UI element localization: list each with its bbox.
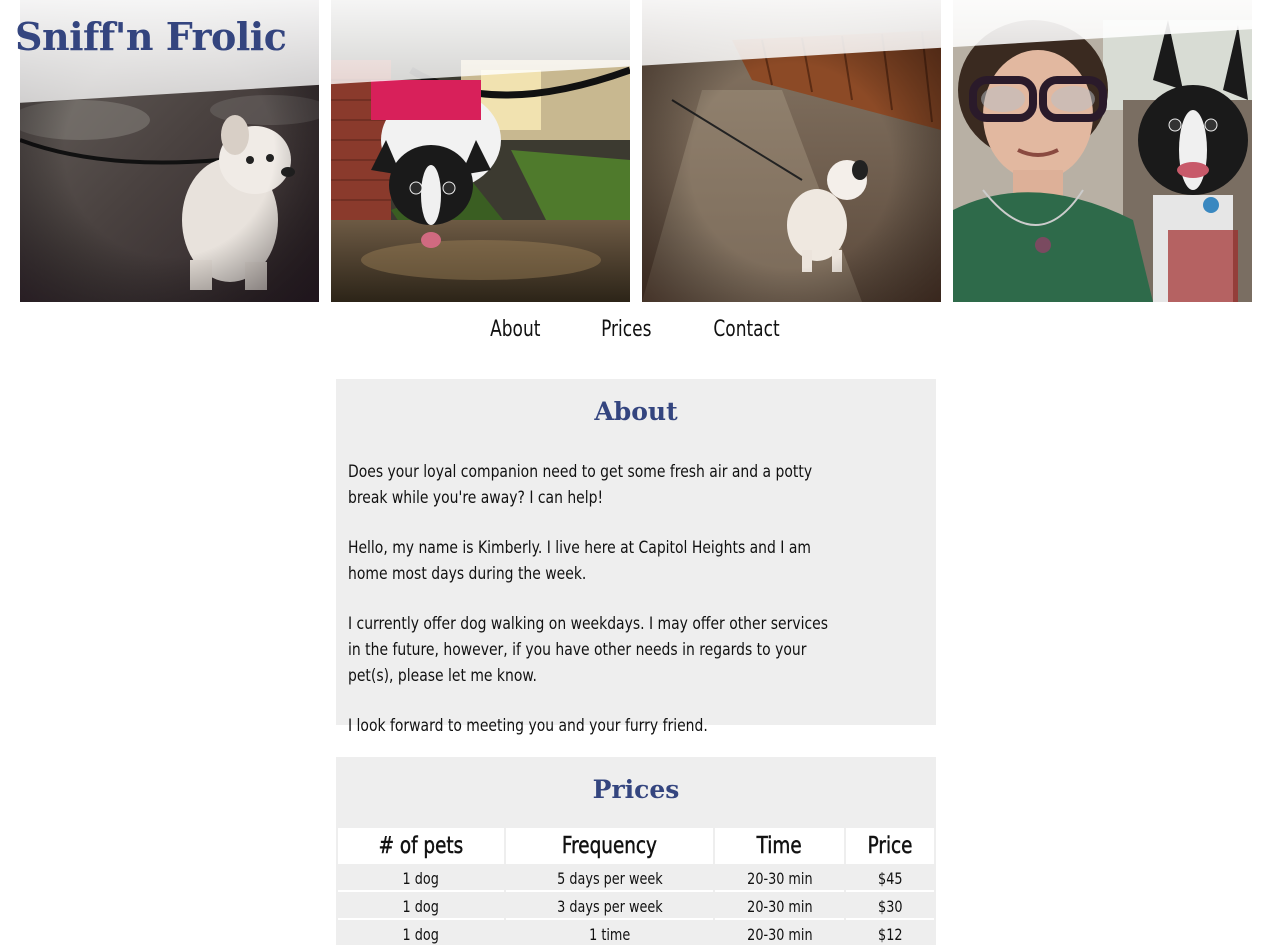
cell-pets: 1 dog <box>338 922 505 945</box>
about-section: About Does your loyal companion need to … <box>336 379 936 736</box>
about-paragraph: Does your loyal companion need to get so… <box>348 462 813 508</box>
price-row: 1 dog 5 days per week 20-30 min $45 <box>338 866 934 892</box>
nav-link-prices[interactable]: Prices <box>601 312 651 348</box>
column-header-pets: # of pets <box>338 828 505 864</box>
about-paragraph: I currently offer dog walking on weekday… <box>348 614 828 686</box>
about-heading: About <box>594 397 678 426</box>
about-text: Does your loyal companion need to get so… <box>348 459 840 763</box>
cell-price: $12 <box>845 922 934 945</box>
cell-price: $45 <box>845 866 934 892</box>
nav-link-about[interactable]: About <box>490 312 540 348</box>
header-photo-boston-puddle <box>331 0 630 302</box>
cell-frequency: 5 days per week <box>506 866 714 892</box>
header-photo-selfie <box>953 0 1252 302</box>
column-header-frequency: Frequency <box>506 828 714 864</box>
price-table-header-row: # of pets Frequency Time Price <box>338 828 934 864</box>
price-row: 1 dog 1 time 20-30 min $12 <box>338 922 934 945</box>
cell-frequency: 3 days per week <box>506 894 714 920</box>
prices-section: Prices # of pets Frequency Time Price 1 … <box>336 757 936 945</box>
cell-price: $30 <box>845 894 934 920</box>
cell-pets: 1 dog <box>338 894 505 920</box>
cell-pets: 1 dog <box>338 866 505 892</box>
about-paragraph: Hello, my name is Kimberly. I live here … <box>348 538 811 584</box>
price-table: # of pets Frequency Time Price 1 dog 5 d… <box>336 826 936 945</box>
cell-time: 20-30 min <box>715 866 844 892</box>
about-paragraph: I look forward to meeting you and your f… <box>348 716 708 736</box>
main-nav: About Prices Contact <box>0 312 1271 348</box>
header-photo-dog-walkway <box>642 0 941 302</box>
nav-link-contact[interactable]: Contact <box>713 312 779 348</box>
cell-frequency: 1 time <box>506 922 714 945</box>
price-row: 1 dog 3 days per week 20-30 min $30 <box>338 894 934 920</box>
site-title[interactable]: Sniff'n Frolic <box>15 16 287 58</box>
page: Sniff'n Frolic About Prices Contact Abou… <box>0 0 1271 945</box>
column-header-price: Price <box>845 828 934 864</box>
cell-time: 20-30 min <box>715 922 844 945</box>
cell-time: 20-30 min <box>715 894 844 920</box>
column-header-time: Time <box>715 828 844 864</box>
prices-heading: Prices <box>592 775 680 804</box>
